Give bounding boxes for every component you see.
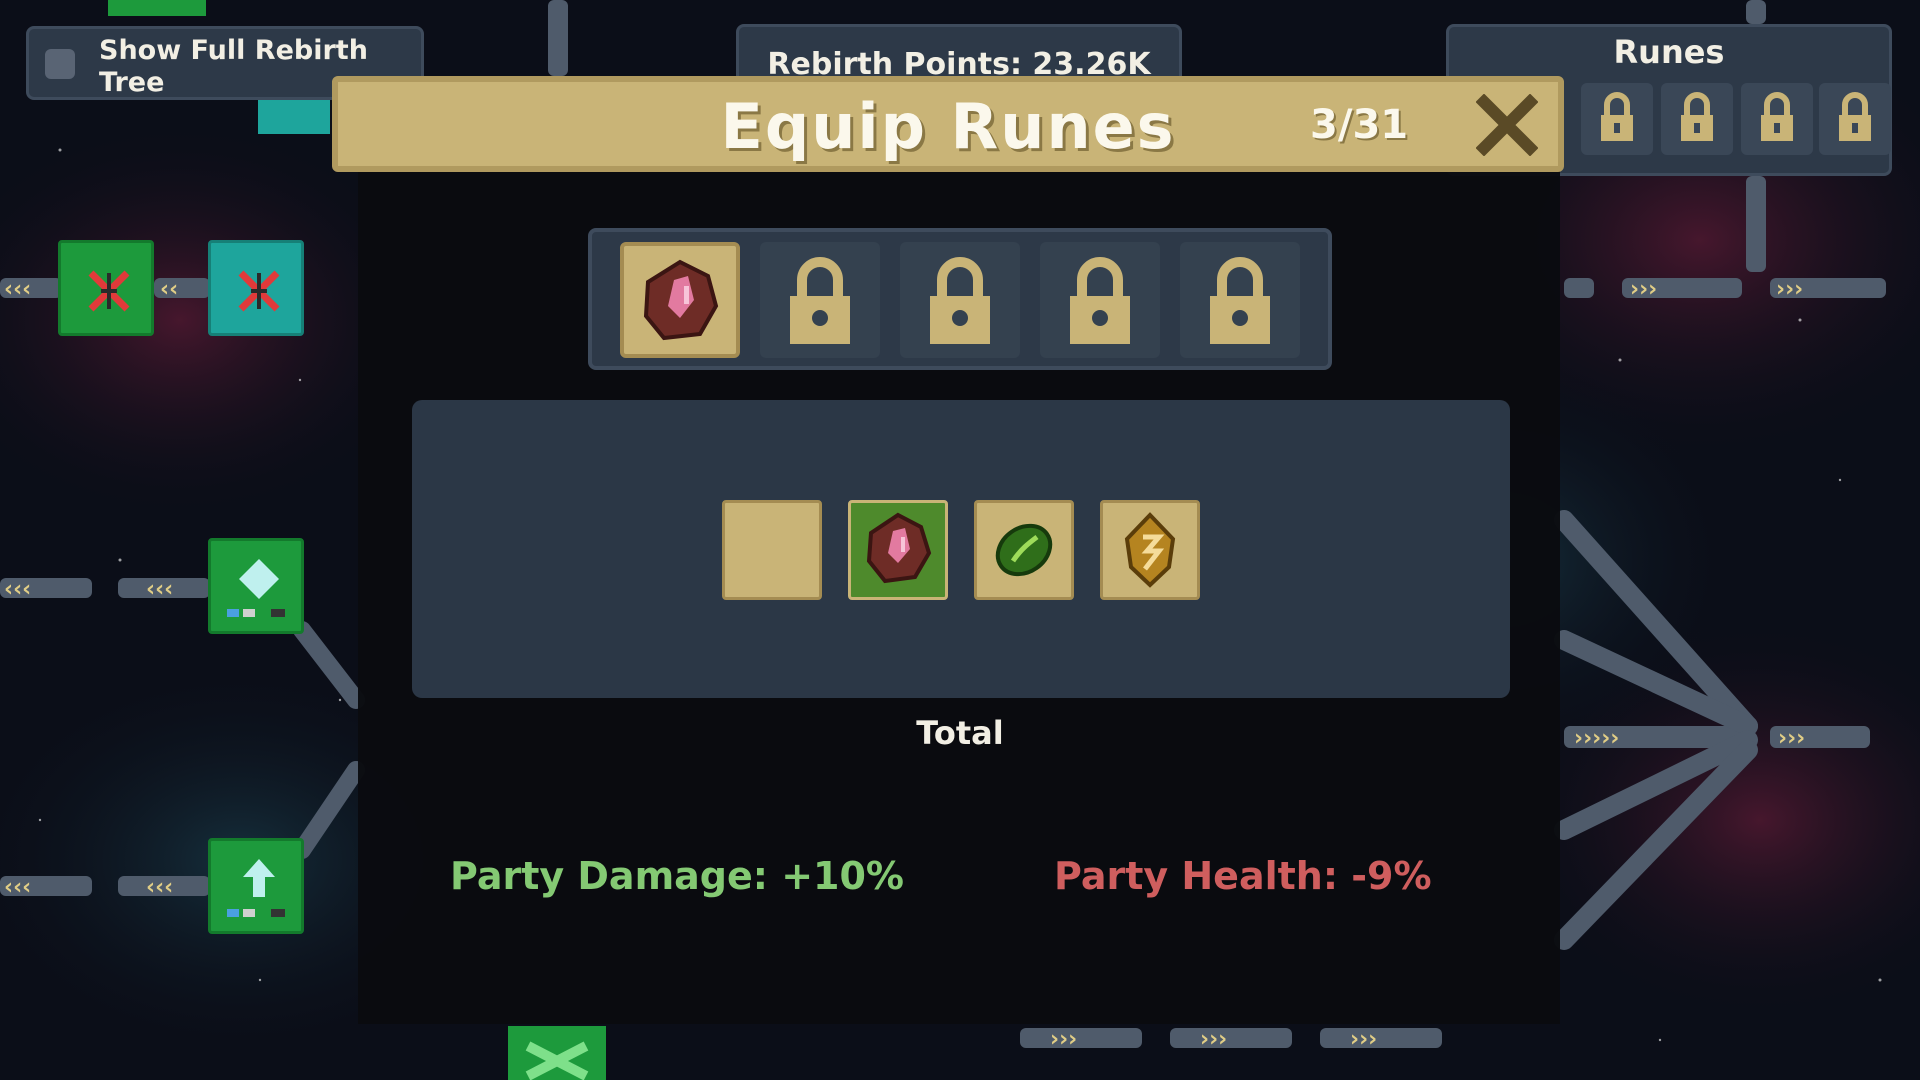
close-x-icon <box>1476 94 1538 156</box>
green-leaf-rune-icon <box>995 523 1053 577</box>
equipped-rune-slots <box>588 228 1332 370</box>
pink-crystal-rune-icon <box>643 259 719 341</box>
equip-slot-3-locked[interactable] <box>900 242 1020 358</box>
svg-text:›››››: ››››› <box>1574 726 1619 751</box>
svg-text:›››: ››› <box>1350 1027 1377 1052</box>
rune-slot-locked[interactable] <box>1819 83 1891 155</box>
equip-slot-2-locked[interactable] <box>760 242 880 358</box>
svg-text:‹‹‹: ‹‹‹ <box>4 577 31 602</box>
svg-text:‹‹: ‹‹ <box>160 277 178 302</box>
rune-inventory <box>412 400 1510 698</box>
rune-slot-locked[interactable] <box>1741 83 1813 155</box>
runes-panel-title: Runes <box>1613 33 1725 71</box>
lock-icon <box>1839 92 1871 141</box>
equip-slot-4-locked[interactable] <box>1040 242 1160 358</box>
svg-text:›››: ››› <box>1778 726 1805 751</box>
lock-icon <box>1210 257 1270 344</box>
svg-text:‹‹‹: ‹‹‹ <box>146 577 173 602</box>
tree-node-disabled-arrows[interactable] <box>58 240 154 336</box>
tree-node-disabled-arrows[interactable] <box>208 240 304 336</box>
pink-crystal-rune-icon <box>866 512 932 584</box>
diamond-gem-icon <box>227 559 285 617</box>
inventory-slot-empty[interactable] <box>722 500 822 600</box>
toggle-checkbox[interactable] <box>45 49 75 79</box>
svg-text:‹‹‹: ‹‹‹ <box>4 875 31 900</box>
crossed-arrows-icon <box>88 270 130 312</box>
tree-node-gem[interactable] <box>208 538 304 634</box>
svg-text:‹‹‹: ‹‹‹ <box>146 875 173 900</box>
lock-icon <box>1070 257 1130 344</box>
inventory-slot-gold-rune[interactable] <box>1100 500 1200 600</box>
lock-icon <box>930 257 990 344</box>
gold-rune-icon <box>1124 512 1176 588</box>
close-button[interactable] <box>1476 94 1538 156</box>
lock-icon <box>1681 92 1713 141</box>
svg-text:›››: ››› <box>1200 1027 1227 1052</box>
modal-header: Equip Runes 3/31 <box>332 76 1564 172</box>
rune-slot-locked[interactable] <box>1661 83 1733 155</box>
svg-text:›››: ››› <box>1050 1027 1077 1052</box>
rune-slot-locked[interactable] <box>1581 83 1653 155</box>
inventory-slot-pink-rune[interactable] <box>848 500 948 600</box>
lock-icon <box>790 257 850 344</box>
svg-text:›››: ››› <box>1776 277 1803 302</box>
crossed-arrows-icon <box>238 270 280 312</box>
equip-slot-5-locked[interactable] <box>1180 242 1300 358</box>
lock-icon <box>1761 92 1793 141</box>
svg-text:‹‹‹: ‹‹‹ <box>4 277 31 302</box>
party-health-stat: Party Health: -9% <box>1054 854 1432 898</box>
rune-count: 3/31 <box>1310 102 1409 148</box>
tree-node-upgrade[interactable] <box>208 838 304 934</box>
lock-icon <box>1601 92 1633 141</box>
up-arrow-icon <box>227 859 285 917</box>
total-label: Total <box>916 714 1004 752</box>
equip-slot-1[interactable] <box>620 242 740 358</box>
party-damage-stat: Party Damage: +10% <box>450 854 904 898</box>
svg-text:›››: ››› <box>1630 277 1657 302</box>
inventory-slot-green-rune[interactable] <box>974 500 1074 600</box>
